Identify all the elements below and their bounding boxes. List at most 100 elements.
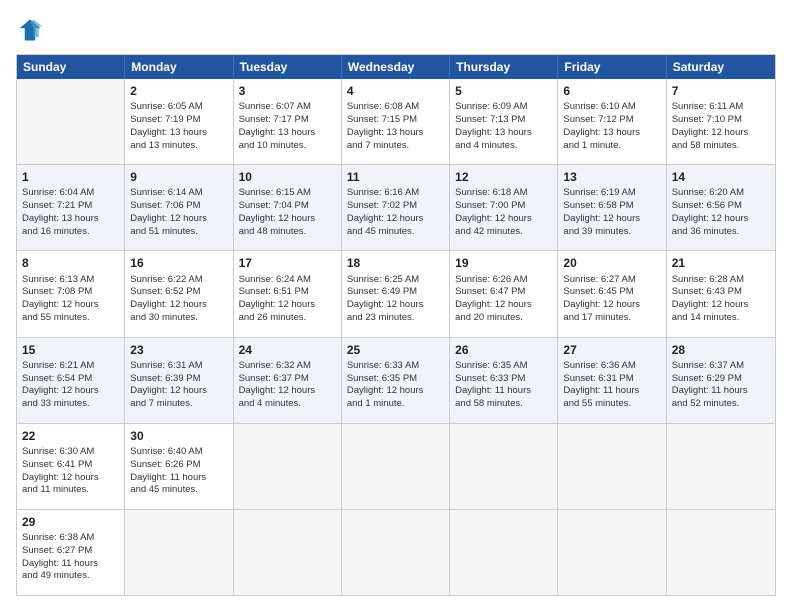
day-info-line: Daylight: 11 hours: [130, 472, 227, 485]
calendar-cell-r3-c5: 27 Sunrise: 6:36 AMSunset: 6:31 PMDayligh…: [558, 338, 666, 423]
day-info-line: Daylight: 11 hours: [22, 558, 119, 571]
day-number: 18: [347, 255, 444, 271]
day-info-line: Daylight: 13 hours: [563, 127, 660, 140]
day-info-line: Daylight: 13 hours: [22, 213, 119, 226]
calendar-cell-r2-c0: 8Sunrise: 6:13 AMSunset: 7:08 PMDaylight…: [17, 251, 125, 336]
day-info-line: Sunrise: 6:07 AM: [239, 101, 336, 114]
day-info-line: Daylight: 12 hours: [347, 385, 444, 398]
calendar-cell-r3-c1: 23Sunrise: 6:31 AMSunset: 6:39 PMDayligh…: [125, 338, 233, 423]
header-cell-thursday: Thursday: [450, 55, 558, 79]
day-info-line: and 4 minutes.: [239, 398, 336, 411]
calendar-cell-r1-c3: 11Sunrise: 6:16 AMSunset: 7:02 PMDayligh…: [342, 165, 450, 250]
day-info-line: and 13 minutes.: [130, 140, 227, 153]
day-info-line: Sunset: 7:15 PM: [347, 114, 444, 127]
day-info-line: Daylight: 12 hours: [130, 213, 227, 226]
calendar-cell-r2-c1: 16Sunrise: 6:22 AMSunset: 6:52 PMDayligh…: [125, 251, 233, 336]
day-number: 26: [455, 342, 552, 358]
calendar-cell-r1-c6: 14Sunrise: 6:20 AMSunset: 6:56 PMDayligh…: [667, 165, 775, 250]
calendar: SundayMondayTuesdayWednesdayThursdayFrid…: [16, 54, 776, 596]
day-info-line: Sunrise: 6:20 AM: [672, 187, 770, 200]
day-info-line: and 39 minutes.: [563, 226, 660, 239]
day-number: 3: [239, 83, 336, 99]
day-number: 5: [455, 83, 552, 99]
day-info-line: Sunrise: 6:24 AM: [239, 274, 336, 287]
day-info-line: Daylight: 12 hours: [455, 213, 552, 226]
header: [16, 16, 776, 44]
day-number: 21: [672, 255, 770, 271]
day-info-line: Sunrise: 6:40 AM: [130, 446, 227, 459]
calendar-row-0: 2Sunrise: 6:05 AMSunset: 7:19 PMDaylight…: [17, 79, 775, 164]
day-info-line: Daylight: 12 hours: [239, 385, 336, 398]
calendar-cell-r2-c2: 17Sunrise: 6:24 AMSunset: 6:51 PMDayligh…: [234, 251, 342, 336]
day-info-line: and 58 minutes.: [672, 140, 770, 153]
day-info-line: and 48 minutes.: [239, 226, 336, 239]
day-info-line: Sunset: 6:51 PM: [239, 286, 336, 299]
day-info-line: and 33 minutes.: [22, 398, 119, 411]
day-info-line: and 52 minutes.: [672, 398, 770, 411]
day-number: 29: [22, 514, 119, 530]
calendar-cell-r5-c5: [558, 510, 666, 595]
day-info-line: Sunset: 6:39 PM: [130, 373, 227, 386]
day-number: 11: [347, 169, 444, 185]
day-info-line: and 45 minutes.: [130, 484, 227, 497]
day-info-line: Daylight: 11 hours: [563, 385, 660, 398]
day-info-line: and 26 minutes.: [239, 312, 336, 325]
calendar-cell-r1-c4: 12Sunrise: 6:18 AMSunset: 7:00 PMDayligh…: [450, 165, 558, 250]
calendar-row-2: 8Sunrise: 6:13 AMSunset: 7:08 PMDaylight…: [17, 250, 775, 336]
calendar-header-row: SundayMondayTuesdayWednesdayThursdayFrid…: [17, 55, 775, 79]
day-info-line: Sunrise: 6:04 AM: [22, 187, 119, 200]
day-info-line: Sunset: 7:21 PM: [22, 200, 119, 213]
calendar-cell-r4-c6: [667, 424, 775, 509]
day-info-line: Sunrise: 6:05 AM: [130, 101, 227, 114]
day-info-line: Sunset: 6:31 PM: [563, 373, 660, 386]
day-number: 8: [22, 255, 119, 271]
day-info-line: Sunrise: 6:14 AM: [130, 187, 227, 200]
day-info-line: Sunset: 6:27 PM: [22, 545, 119, 558]
day-info-line: and 58 minutes.: [455, 398, 552, 411]
day-info-line: Sunset: 6:45 PM: [563, 286, 660, 299]
calendar-cell-r1-c1: 9Sunrise: 6:14 AMSunset: 7:06 PMDaylight…: [125, 165, 233, 250]
day-info-line: Sunrise: 6:18 AM: [455, 187, 552, 200]
day-number: 1: [22, 169, 119, 185]
day-info-line: and 17 minutes.: [563, 312, 660, 325]
calendar-body: 2Sunrise: 6:05 AMSunset: 7:19 PMDaylight…: [17, 79, 775, 595]
day-info-line: Sunrise: 6:38 AM: [22, 532, 119, 545]
day-info-line: Sunrise: 6:19 AM: [563, 187, 660, 200]
day-info-line: Sunset: 7:17 PM: [239, 114, 336, 127]
day-info-line: and 14 minutes.: [672, 312, 770, 325]
calendar-cell-r3-c0: 15Sunrise: 6:21 AMSunset: 6:54 PMDayligh…: [17, 338, 125, 423]
day-info-line: Sunset: 6:35 PM: [347, 373, 444, 386]
calendar-cell-r5-c4: [450, 510, 558, 595]
day-info-line: Daylight: 12 hours: [239, 299, 336, 312]
day-info-line: Daylight: 11 hours: [672, 385, 770, 398]
day-info-line: Sunrise: 6:36 AM: [563, 360, 660, 373]
calendar-cell-r4-c1: 30Sunrise: 6:40 AMSunset: 6:26 PMDayligh…: [125, 424, 233, 509]
day-info-line: Daylight: 12 hours: [563, 213, 660, 226]
calendar-cell-r0-c6: 7Sunrise: 6:11 AMSunset: 7:10 PMDaylight…: [667, 79, 775, 164]
day-info-line: Sunrise: 6:08 AM: [347, 101, 444, 114]
day-info-line: and 4 minutes.: [455, 140, 552, 153]
calendar-cell-r5-c3: [342, 510, 450, 595]
day-number: 10: [239, 169, 336, 185]
day-info-line: Daylight: 12 hours: [672, 299, 770, 312]
calendar-row-3: 15Sunrise: 6:21 AMSunset: 6:54 PMDayligh…: [17, 337, 775, 423]
header-cell-tuesday: Tuesday: [234, 55, 342, 79]
calendar-cell-r1-c2: 10Sunrise: 6:15 AMSunset: 7:04 PMDayligh…: [234, 165, 342, 250]
day-info-line: Daylight: 12 hours: [347, 299, 444, 312]
day-info-line: Daylight: 12 hours: [22, 299, 119, 312]
calendar-cell-r4-c2: [234, 424, 342, 509]
day-number: 23: [130, 342, 227, 358]
day-info-line: Sunrise: 6:27 AM: [563, 274, 660, 287]
day-info-line: Daylight: 12 hours: [455, 299, 552, 312]
day-info-line: Sunset: 6:37 PM: [239, 373, 336, 386]
day-info-line: Sunset: 6:33 PM: [455, 373, 552, 386]
day-number: 27: [563, 342, 660, 358]
day-info-line: Sunrise: 6:37 AM: [672, 360, 770, 373]
day-info-line: Sunset: 7:02 PM: [347, 200, 444, 213]
calendar-cell-r4-c5: [558, 424, 666, 509]
day-info-line: Daylight: 12 hours: [22, 385, 119, 398]
calendar-cell-r3-c2: 24Sunrise: 6:32 AMSunset: 6:37 PMDayligh…: [234, 338, 342, 423]
day-info-line: Sunrise: 6:10 AM: [563, 101, 660, 114]
day-info-line: Daylight: 12 hours: [130, 385, 227, 398]
day-info-line: Sunset: 6:54 PM: [22, 373, 119, 386]
